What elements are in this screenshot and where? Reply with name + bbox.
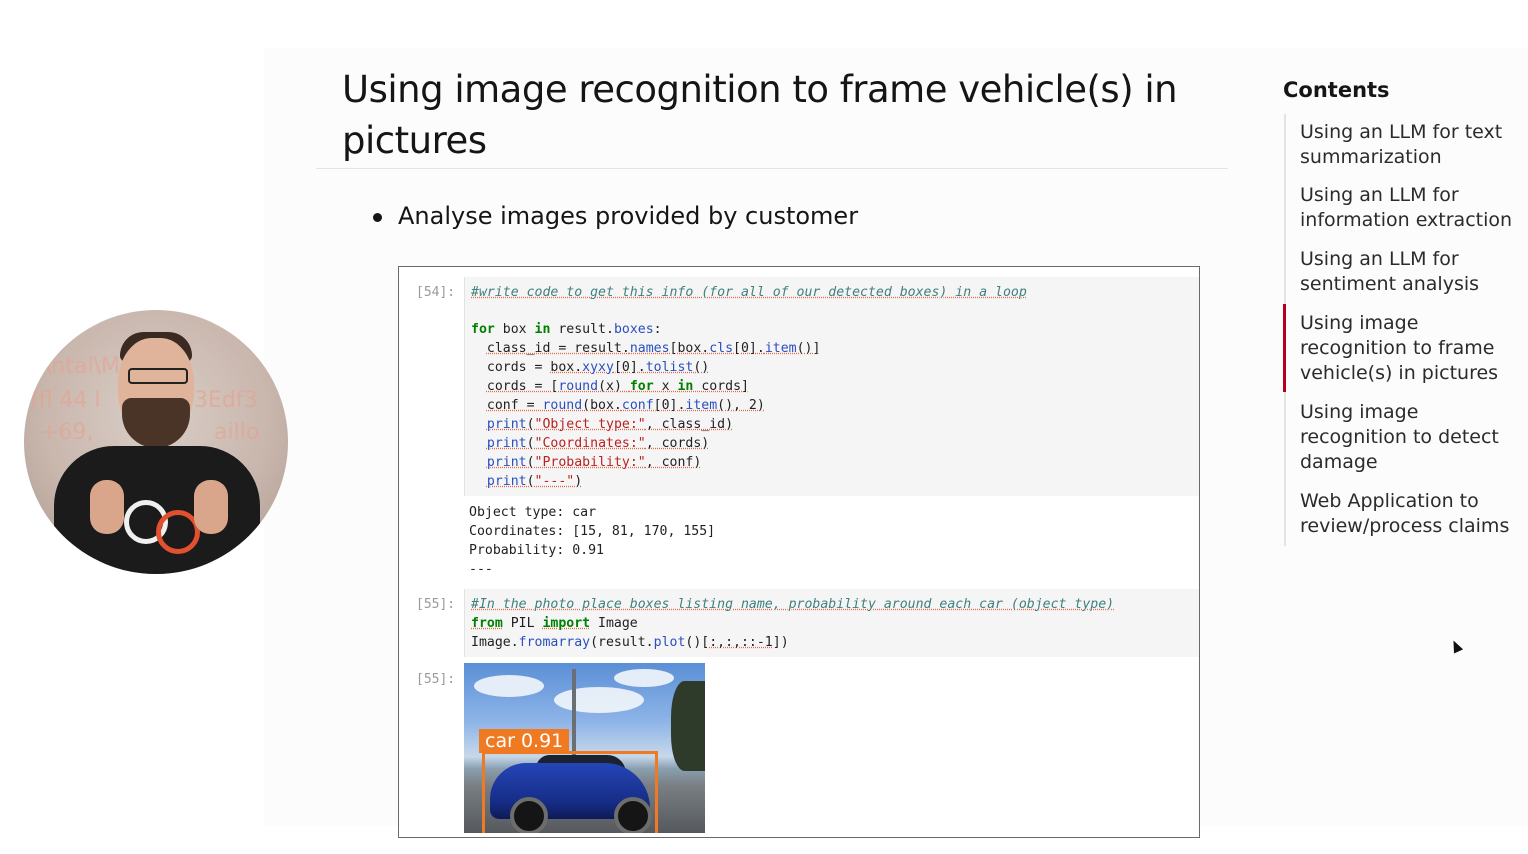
presenter-video: \ntal\M (fl 44 l 3Edf3 +69, aillo: [24, 310, 288, 574]
cell-55-input: #In the photo place boxes listing name, …: [464, 589, 1199, 657]
code-line: #In the photo place boxes listing name, …: [471, 597, 1115, 612]
toc-item-sentiment-analysis[interactable]: Using an LLM for sentiment analysis: [1300, 247, 1520, 297]
code-line: conf = round(box.conf[0].item(), 2): [486, 398, 765, 413]
code-line: print("Coordinates:", cords): [486, 436, 710, 451]
code-line: print("Object type:", class_id): [486, 417, 734, 432]
code-line: cords = [round(x) for x in cords]: [486, 379, 749, 394]
cell-54-output-line: Probability: 0.91: [469, 543, 604, 558]
toc-item-information-extraction[interactable]: Using an LLM for information extraction: [1300, 183, 1520, 233]
cell-54-output-line: ---: [469, 562, 493, 577]
title-divider: [316, 168, 1228, 169]
cell-54-output-line: Coordinates: [15, 81, 170, 155]: [469, 524, 716, 539]
car-detection-image: car 0.91: [464, 663, 705, 833]
code-line: print("Probability:", conf): [486, 455, 702, 470]
toc-title: Contents: [1283, 78, 1390, 102]
detection-box: [482, 751, 658, 833]
code-line: from PIL import Image: [471, 616, 638, 631]
page-title: Using image recognition to frame vehicle…: [342, 68, 1178, 162]
toc-item-detect-damage[interactable]: Using image recognition to detect damage: [1300, 400, 1520, 475]
code-line: print("---"): [486, 474, 583, 489]
bullet-marker: [373, 213, 382, 222]
code-line: Image.fromarray(result.plot()[:,:,::-1]): [471, 635, 789, 650]
cell-54-prompt: [54]:: [416, 285, 456, 300]
toc-item-web-application[interactable]: Web Application to review/process claims: [1300, 489, 1520, 539]
cell-54-output-line: Object type: car: [469, 505, 597, 520]
cell-55-prompt: [55]:: [416, 597, 456, 612]
cell-54-input: #write code to get this info (for all of…: [464, 277, 1199, 496]
detection-label: car 0.91: [479, 729, 570, 753]
toc-active-indicator: [1283, 304, 1286, 392]
code-line: class_id = result.names[box.cls[0].item(…: [486, 341, 821, 356]
bullet-text: Analyse images provided by customer: [398, 202, 859, 230]
notebook-screenshot: [54]: #write code to get this info (for …: [398, 266, 1200, 838]
toc-item-frame-vehicles[interactable]: Using image recognition to frame vehicle…: [1300, 311, 1520, 386]
code-line: #write code to get this info (for all of…: [471, 285, 1027, 300]
cell-55-output-prompt: [55]:: [416, 672, 456, 687]
toc-item-text-summarization[interactable]: Using an LLM for text summarization: [1300, 120, 1520, 170]
code-line: for box in result.boxes:: [471, 322, 662, 337]
code-line: cords = box.xyxy[0].tolist(): [471, 360, 710, 375]
